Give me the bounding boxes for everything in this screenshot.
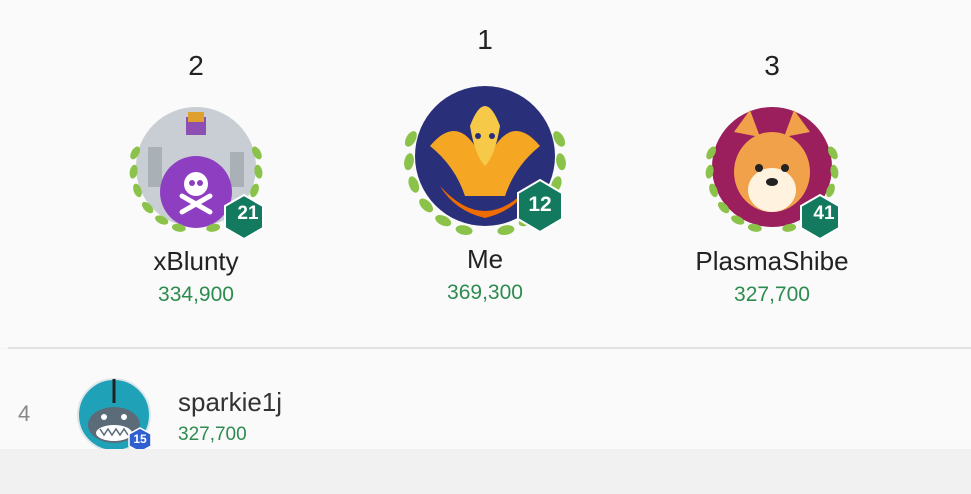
- podium: 2 21 xBlunty 334,900 1 12 Me 369,300 3 4…: [0, 0, 971, 348]
- player-avatar[interactable]: 15: [76, 377, 152, 453]
- player-avatar[interactable]: 12: [395, 76, 575, 246]
- player-name: xBlunty: [153, 246, 239, 276]
- player-score: 369,300: [447, 281, 523, 304]
- player-avatar[interactable]: 21: [116, 102, 276, 242]
- rank-number: 2: [188, 50, 204, 81]
- player-name: sparkie1j: [178, 387, 283, 417]
- player-score: 334,900: [158, 283, 234, 306]
- level-badge: 12: [528, 193, 552, 216]
- player-name: Me: [466, 244, 504, 274]
- podium-slot-3[interactable]: 3 41 PlasmaShibe 327,700: [662, 50, 882, 308]
- level-badge: 41: [813, 203, 835, 224]
- level-badge: 21: [237, 203, 259, 224]
- player-score: 327,700: [178, 424, 247, 445]
- rank-number: 1: [477, 24, 493, 55]
- rank-number: 3: [764, 50, 780, 81]
- leaderboard-row[interactable]: 4 15 sparkie1j 327,700: [0, 349, 971, 453]
- phoenix-icon: [402, 86, 568, 237]
- podium-slot-1[interactable]: 1 12 Me 369,300: [375, 24, 595, 306]
- podium-slot-2[interactable]: 2 21 xBlunty 334,900: [86, 50, 306, 308]
- level-badge: 15: [133, 432, 147, 446]
- row-rank: 4: [18, 401, 31, 426]
- player-avatar[interactable]: 41: [692, 102, 852, 242]
- player-score: 327,700: [734, 283, 810, 306]
- player-name: PlasmaShibe: [695, 246, 849, 276]
- footer-area: [0, 449, 971, 494]
